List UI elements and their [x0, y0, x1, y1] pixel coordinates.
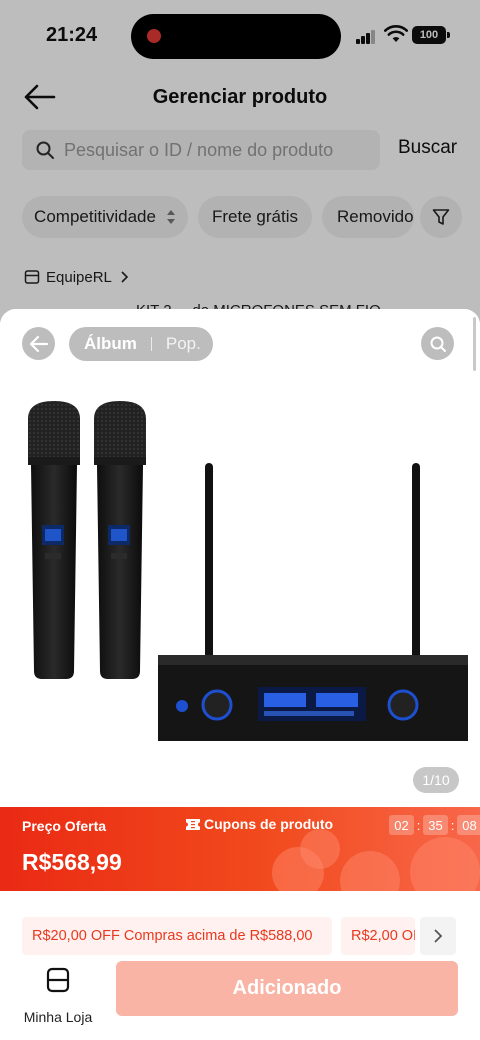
coupon-list: R$20,00 OFF Compras acima de R$588,00 R$…: [0, 917, 480, 955]
product-sheet: Álbum Pop. 1/10 Preço Oferta R$568,99 Cu…: [0, 309, 480, 1040]
coupon-item[interactable]: R$2,00 OFF: [341, 917, 415, 955]
zoom-icon: [430, 336, 446, 352]
bottom-action-bar: Minha Loja Adicionado: [0, 955, 480, 1040]
store-tab-icon: [46, 967, 70, 993]
scroll-indicator: [473, 317, 476, 371]
coupons-more-button[interactable]: [420, 917, 456, 955]
microphone-1: [28, 401, 80, 679]
price-banner: Preço Oferta R$568,99 Cupons de produto …: [0, 807, 480, 891]
ticket-icon: [186, 818, 200, 830]
timer-minutes: 35: [423, 815, 448, 835]
added-button[interactable]: Adicionado: [116, 961, 458, 1016]
countdown-timer: 02 : 35 : 08: [389, 815, 480, 835]
gallery-zoom-button[interactable]: [421, 327, 454, 360]
coupon-item[interactable]: R$20,00 OFF Compras acima de R$588,00: [22, 917, 332, 955]
product-gallery[interactable]: Álbum Pop. 1/10: [0, 309, 480, 807]
tab-pop[interactable]: Pop.: [166, 334, 201, 354]
my-store-label: Minha Loja: [23, 1009, 93, 1025]
gallery-back-button[interactable]: [22, 327, 55, 360]
tab-album[interactable]: Álbum: [84, 334, 137, 354]
product-image: [28, 401, 468, 741]
image-counter: 1/10: [413, 767, 459, 793]
tab-divider: [150, 337, 152, 351]
chevron-right-icon: [434, 929, 443, 943]
timer-hours: 02: [389, 815, 414, 835]
offer-price: R$568,99: [22, 849, 122, 875]
back-arrow-icon: [29, 335, 48, 352]
product-coupons-text: Cupons de produto: [204, 816, 334, 832]
product-coupons-label: Cupons de produto: [186, 816, 333, 832]
offer-price-label: Preço Oferta: [22, 818, 107, 834]
microphone-2: [94, 401, 146, 679]
gallery-tabs: Álbum Pop.: [69, 327, 213, 361]
timer-seconds: 08: [457, 815, 480, 835]
receiver: [158, 655, 468, 741]
my-store-tab[interactable]: Minha Loja: [20, 967, 96, 1027]
